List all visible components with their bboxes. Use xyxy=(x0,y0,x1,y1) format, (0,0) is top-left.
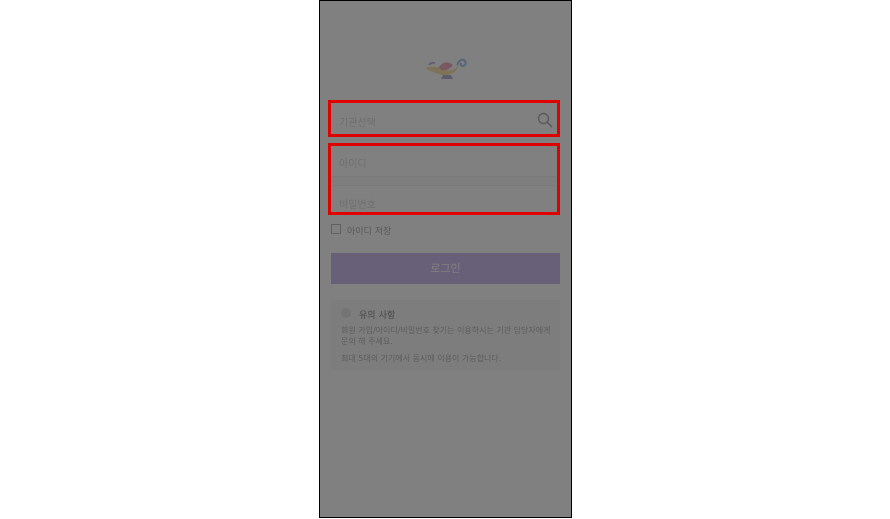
notice-line-1: 회원 가입/아이디/비밀번호 찾기는 이용하시는 기관 담당자에게 문의 해 주… xyxy=(341,326,551,346)
phone-screen: 기관선택 아이디 비밀번호 아이디 저장 로그인 유의 사항 회원 가입/아이디… xyxy=(319,0,572,518)
login-button[interactable]: 로그인 xyxy=(331,253,560,284)
save-id-label: 아이디 저장 xyxy=(347,227,392,237)
checkbox-icon[interactable] xyxy=(331,224,341,234)
lamp-logo-icon xyxy=(425,58,467,79)
info-icon xyxy=(341,308,351,318)
notice-box: 유의 사항 회원 가입/아이디/비밀번호 찾기는 이용하시는 기관 담당자에게 … xyxy=(331,300,560,370)
notice-line-2: 최대 5대의 기기에서 동시에 이용이 가능합니다. xyxy=(341,354,502,363)
highlight-credentials xyxy=(328,143,560,215)
notice-title: 유의 사항 xyxy=(359,311,396,321)
highlight-institution xyxy=(328,100,560,137)
